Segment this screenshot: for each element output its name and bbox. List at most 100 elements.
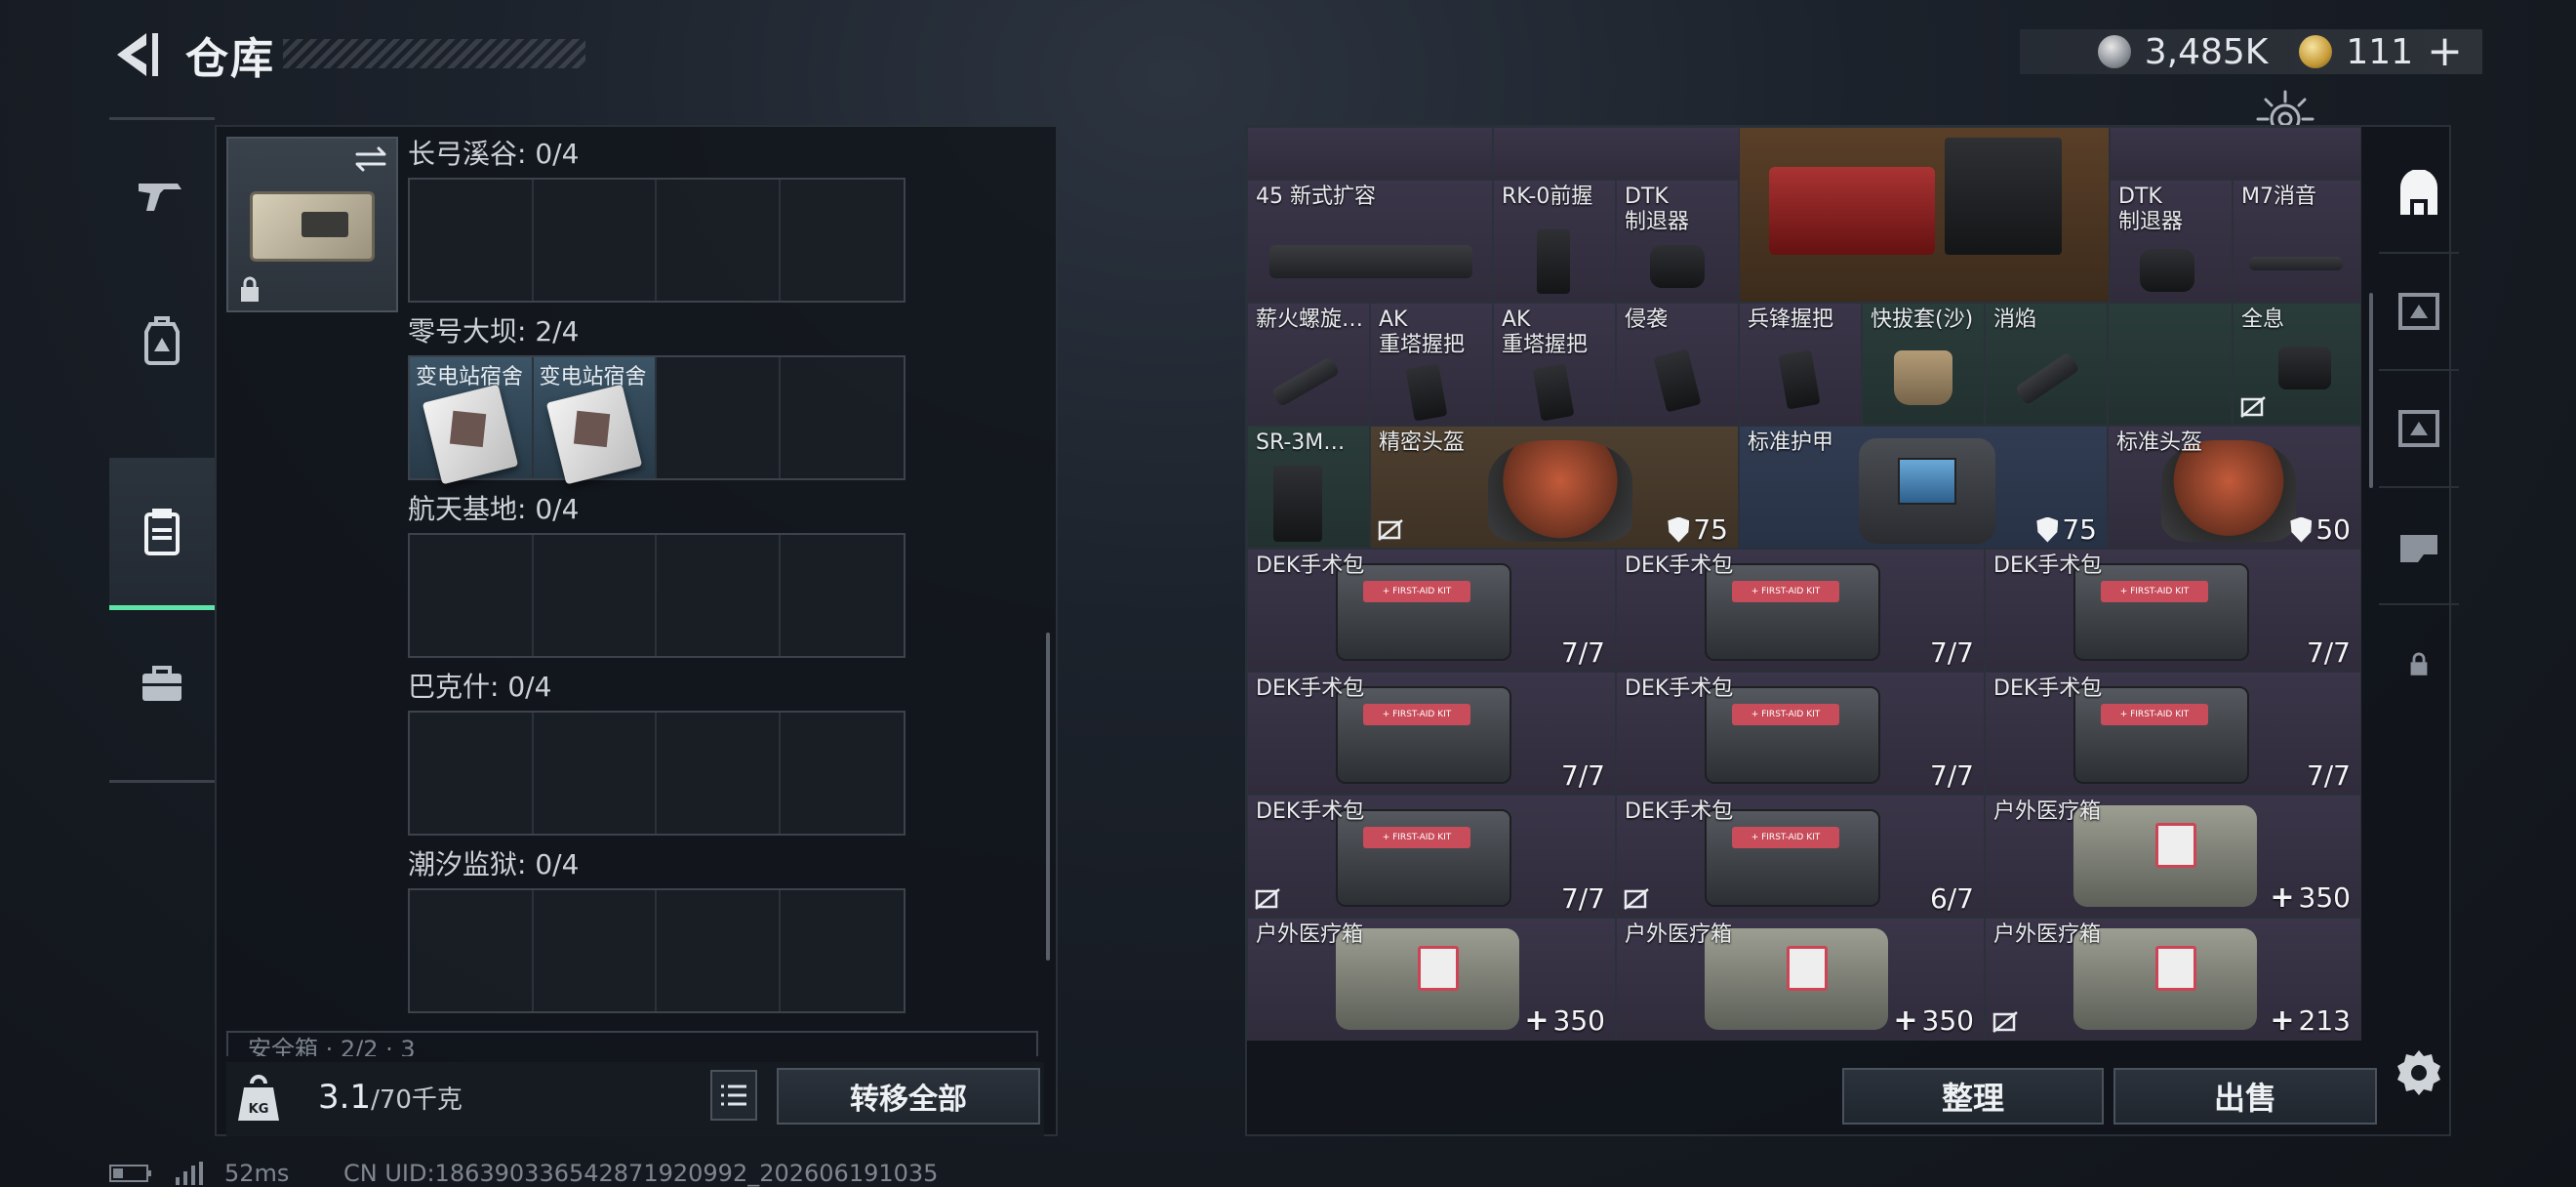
toolbox-icon — [142, 666, 181, 701]
sell-button[interactable]: 出售 — [2113, 1068, 2377, 1125]
stash-page-2[interactable] — [2379, 254, 2459, 371]
key-slot[interactable] — [410, 713, 534, 834]
item-name: DTK 制退器 — [2118, 184, 2184, 234]
item-vest-shape — [1859, 438, 1995, 544]
item-name: DEK手术包 — [1256, 799, 1365, 824]
key-slot-row: 变电站宿舍 变电站宿舍 — [408, 355, 906, 485]
heal-icon: + — [2270, 1003, 2295, 1038]
key-slot[interactable] — [534, 535, 657, 656]
item-slot[interactable]: AK 重塔握把 — [1493, 303, 1616, 426]
nav-toolbox[interactable] — [109, 610, 215, 757]
stash-page-3[interactable] — [2379, 371, 2459, 488]
item-slot[interactable]: DEK手术包 7/7 — [1247, 672, 1616, 795]
key-slot[interactable]: 变电站宿舍 — [410, 357, 534, 485]
swap-icon[interactable] — [353, 144, 388, 174]
crate-shape — [1769, 167, 1935, 255]
key-case-item — [250, 191, 375, 262]
lock-icon — [2410, 652, 2428, 675]
stash-slot[interactable] — [1247, 127, 1493, 180]
item-slot[interactable]: DEK手术包 6/7 — [1616, 795, 1985, 918]
map-key-list: 长弓溪谷: 0/4 零号大坝: 2/4 变电站宿舍 变电站宿舍 航天基地: 0/… — [408, 133, 906, 1013]
item-rail-shape — [1270, 355, 1341, 408]
item-slot[interactable]: 户外医疗箱 +350 — [1247, 918, 1616, 1041]
nav-backpack[interactable] — [109, 266, 215, 413]
item-large-crate[interactable] — [1739, 127, 2110, 303]
item-slot[interactable]: M7消音 — [2233, 180, 2361, 303]
heal-icon: + — [1893, 1003, 1918, 1038]
item-slot[interactable]: AK 重塔握把 — [1370, 303, 1493, 426]
item-slot[interactable]: 户外医疗箱 +350 — [1616, 918, 1985, 1041]
item-slot[interactable]: 精密头盔 75 — [1370, 426, 1739, 549]
keycard-item — [422, 384, 519, 485]
heal-value: 213 — [2298, 1004, 2351, 1037]
key-slot[interactable] — [657, 535, 781, 656]
back-icon[interactable] — [107, 25, 162, 84]
item-slot[interactable]: DEK手术包 7/7 — [1616, 549, 1985, 672]
item-outdoor-kit-shape — [2073, 928, 2257, 1030]
key-slot[interactable] — [657, 357, 781, 478]
uses-count: 7/7 — [1560, 759, 1605, 792]
nav-container[interactable] — [109, 458, 215, 610]
stash-page-4[interactable] — [2379, 488, 2459, 605]
gold-icon — [2299, 35, 2333, 68]
item-slot[interactable]: 消焰 — [1985, 303, 2108, 426]
item-slot[interactable]: DTK 制退器 — [1616, 180, 1739, 303]
item-slot[interactable]: 兵锋握把 — [1739, 303, 1862, 426]
key-slot[interactable] — [657, 180, 781, 301]
key-slot[interactable] — [781, 357, 905, 478]
item-slot[interactable]: 户外医疗箱 +350 — [1985, 795, 2361, 918]
item-slot[interactable]: 45 新式扩容 — [1247, 180, 1493, 303]
stash-slot[interactable] — [2110, 127, 2361, 180]
stash-page-1[interactable] — [2379, 137, 2459, 254]
item-mag-shape — [1269, 245, 1472, 278]
list-view-button[interactable] — [710, 1070, 757, 1121]
left-scrollbar[interactable] — [1046, 633, 1050, 961]
key-slot[interactable] — [410, 890, 534, 1011]
stash-page-locked[interactable] — [2379, 605, 2459, 722]
key-slot[interactable]: 变电站宿舍 — [533, 357, 657, 485]
item-slot[interactable]: 户外医疗箱 +213 — [1985, 918, 2361, 1041]
add-gold-button[interactable]: + — [2427, 30, 2463, 73]
key-slot[interactable] — [657, 713, 781, 834]
item-slot[interactable]: 侵袭 — [1616, 303, 1739, 426]
item-slot[interactable]: DEK手术包 7/7 — [1985, 672, 2361, 795]
key-slot[interactable] — [534, 890, 657, 1011]
heal-amount: +350 — [1893, 1003, 1974, 1038]
item-slot[interactable]: SR-3M… — [1247, 426, 1370, 549]
settings-gear-icon[interactable] — [2393, 1046, 2445, 1099]
stash-slot[interactable] — [2108, 303, 2233, 426]
item-slot[interactable]: 标准护甲 75 — [1739, 426, 2108, 549]
key-slot[interactable] — [781, 713, 905, 834]
key-slot[interactable] — [781, 535, 905, 656]
key-slot[interactable] — [781, 180, 905, 301]
nav-weapons[interactable] — [109, 120, 215, 266]
key-slot[interactable] — [657, 890, 781, 1011]
key-slot[interactable] — [534, 180, 657, 301]
item-slot[interactable]: 全息 — [2233, 303, 2361, 426]
item-slot[interactable]: DEK手术包 7/7 — [1247, 795, 1616, 918]
item-slot[interactable]: 快拔套(沙) — [1862, 303, 1985, 426]
uses-count: 7/7 — [2306, 759, 2351, 792]
item-slot[interactable]: DEK手术包 7/7 — [1616, 672, 1985, 795]
item-slot[interactable]: DTK 制退器 — [2110, 180, 2233, 303]
stash-tab-icon — [2398, 293, 2439, 330]
map-name: 航天基地: 0/4 — [408, 493, 580, 525]
item-slot[interactable]: DEK手术包 7/7 — [1985, 549, 2361, 672]
right-scrollbar[interactable] — [2369, 293, 2373, 488]
item-slot[interactable]: RK-0前握 — [1493, 180, 1616, 303]
uses-count: 7/7 — [1929, 636, 1974, 669]
item-slot[interactable]: DEK手术包 7/7 — [1247, 549, 1616, 672]
key-slot[interactable] — [410, 180, 534, 301]
item-name: 全息 — [2241, 307, 2285, 332]
status-bar: 52ms — [109, 1160, 289, 1187]
item-slot[interactable]: 标准头盔 50 — [2108, 426, 2361, 549]
item-part-shape — [1273, 466, 1322, 542]
key-slot[interactable] — [534, 713, 657, 834]
map-section: 潮汐监狱: 0/4 — [408, 843, 906, 1013]
item-slot[interactable]: 薪火螺旋… — [1247, 303, 1370, 426]
key-slot[interactable] — [781, 890, 905, 1011]
warehouse-icon — [2400, 170, 2437, 215]
key-slot[interactable] — [410, 535, 534, 656]
transfer-all-button[interactable]: 转移全部 — [777, 1068, 1040, 1125]
sort-button[interactable]: 整理 — [1842, 1068, 2104, 1125]
